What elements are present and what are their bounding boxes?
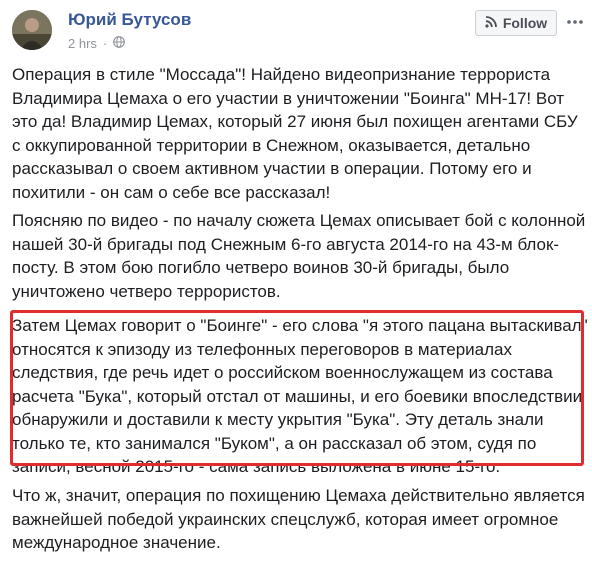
paragraph-line: с оккупированной территории в Снежном, о… <box>12 135 531 155</box>
paragraph-line: Поясняю по видео - по началу сюжета Цема… <box>12 211 586 230</box>
paragraph-line: записи, весной 2015-го - сама запись выл… <box>12 457 501 476</box>
paragraph-line: рассказывал о своем активном участии в о… <box>12 159 532 178</box>
post-time[interactable]: 2 hrs <box>68 36 97 51</box>
paragraph-line: относятся к эпизоду из телефонных перего… <box>12 339 512 359</box>
paragraph-line: международное значение. <box>12 533 221 552</box>
facebook-post: Юрий Бутусов 2 hrs · Follow Операция в с… <box>0 0 592 561</box>
rss-icon <box>485 15 497 31</box>
follow-button[interactable]: Follow <box>475 10 557 36</box>
paragraph-line: Операция в стиле "Моссада"! Найдено виде… <box>12 65 551 84</box>
paragraph-2: Поясняю по видео - по началу сюжета Цема… <box>12 209 585 303</box>
paragraph-line: нашей 30-й бригады под Снежным 6-го авгу… <box>12 234 560 254</box>
paragraph-1: Операция в стиле "Моссада"! Найдено виде… <box>12 63 578 204</box>
paragraph-line: похитили - он сам о себе все рассказал! <box>12 182 331 202</box>
paragraph-4: Что ж, значит, операция по похищению Цем… <box>12 484 585 555</box>
globe-icon <box>113 36 126 51</box>
more-dots-icon[interactable] <box>566 12 584 32</box>
paragraph-line: следствия, где речь идет о российском во… <box>12 363 553 382</box>
paragraph-line: Что ж, значит, операция по похищению Цем… <box>12 486 585 505</box>
paragraph-line: уничтожено четверо террористов. <box>12 281 281 301</box>
avatar[interactable] <box>12 10 52 50</box>
follow-label: Follow <box>502 15 548 31</box>
paragraph-line: Владимира Цемаха о его участии в уничтож… <box>12 88 565 108</box>
paragraph-line: расчета "Бука", который отстал от машины… <box>12 386 583 406</box>
post-meta: 2 hrs · <box>68 36 126 51</box>
paragraph-line: важнейшей победой украинских спецслужб, … <box>12 509 559 529</box>
paragraph-line: Затем Цемах говорит о "Боинге" - его сло… <box>12 316 588 335</box>
paragraph-line: только те, кто занимался "Буком", а он р… <box>12 433 537 453</box>
paragraph-3-highlighted: Затем Цемах говорит о "Боинге" - его сло… <box>12 314 588 479</box>
meta-separator: · <box>102 36 108 51</box>
author-name[interactable]: Юрий Бутусов <box>68 10 191 30</box>
post-header: Юрий Бутусов 2 hrs · Follow <box>0 0 592 60</box>
paragraph-line: обнаружили и доставили к месту укрытия "… <box>12 410 544 429</box>
paragraph-line: это да! Владимир Цемах, который 27 июня … <box>12 112 578 131</box>
paragraph-line: посту. В этом бою погибло четверо воинов… <box>12 258 510 277</box>
